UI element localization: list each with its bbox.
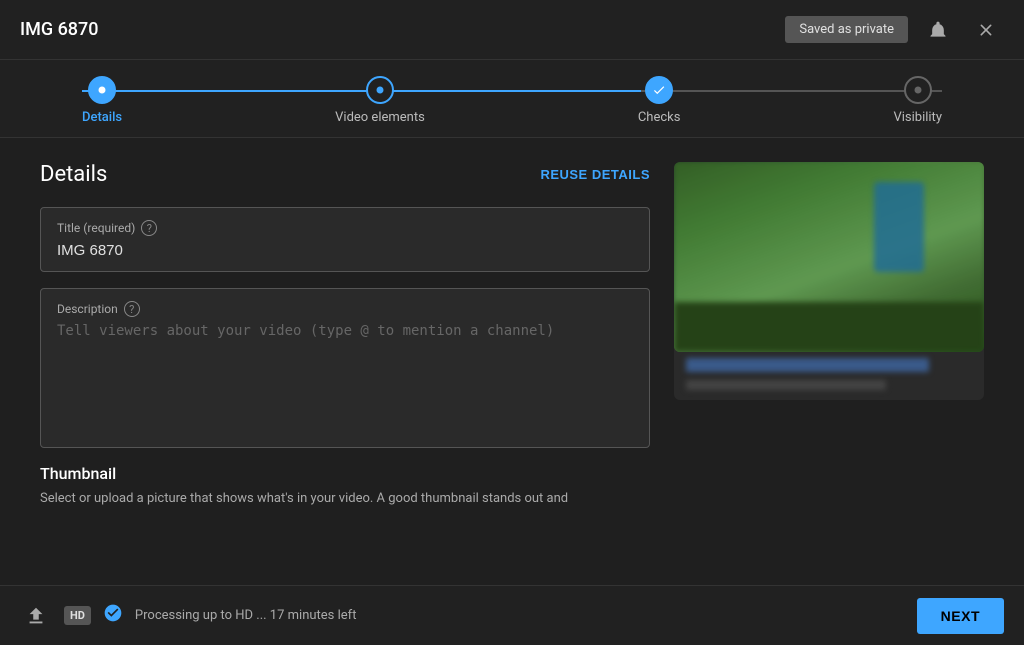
processing-text: Processing up to HD ... 17 minutes left <box>135 608 357 623</box>
section-header: Details REUSE DETAILS <box>40 162 650 187</box>
check-status-icon <box>103 603 123 628</box>
description-field-group: Description ? <box>40 288 650 448</box>
bell-icon <box>928 20 948 40</box>
title-help-icon[interactable]: ? <box>141 220 157 236</box>
page-title: IMG 6870 <box>20 19 99 40</box>
description-help-icon[interactable]: ? <box>124 301 140 317</box>
step-video-icon <box>373 83 387 97</box>
thumbnail-description: Select or upload a picture that shows wh… <box>40 489 650 509</box>
header-actions: Saved as private <box>785 12 1004 48</box>
steps-container: Details Video elements Checks <box>82 76 942 125</box>
circle-check-icon <box>103 603 123 623</box>
main-content: Details REUSE DETAILS Title (required) ?… <box>0 138 1024 591</box>
step-circle-video <box>366 76 394 104</box>
thumbnail-section: Thumbnail Select or upload a picture tha… <box>40 464 650 509</box>
description-label: Description ? <box>57 301 633 317</box>
video-thumbnail <box>674 162 984 352</box>
step-details-icon <box>95 83 109 97</box>
upload-icon <box>20 600 52 632</box>
step-label-video: Video elements <box>335 110 425 125</box>
footer-left: HD Processing up to HD ... 17 minutes le… <box>20 600 356 632</box>
thumbnail-title: Thumbnail <box>40 464 650 483</box>
video-link-blur <box>686 358 929 372</box>
step-circle-details <box>88 76 116 104</box>
saved-badge: Saved as private <box>785 16 908 43</box>
left-panel: Details REUSE DETAILS Title (required) ?… <box>40 162 650 567</box>
description-input-box[interactable]: Description ? <box>40 288 650 448</box>
title-field-group: Title (required) ? <box>40 207 650 272</box>
step-checks[interactable]: Checks <box>638 76 681 125</box>
step-circle-visibility <box>904 76 932 104</box>
step-video-elements[interactable]: Video elements <box>335 76 425 125</box>
steps-bar: Details Video elements Checks <box>0 60 1024 138</box>
step-label-visibility: Visibility <box>893 110 942 125</box>
description-textarea[interactable] <box>57 323 633 443</box>
section-title: Details <box>40 162 107 187</box>
step-label-details: Details <box>82 110 122 125</box>
footer: HD Processing up to HD ... 17 minutes le… <box>0 585 1024 645</box>
title-input-box[interactable]: Title (required) ? <box>40 207 650 272</box>
video-overlay <box>674 162 984 352</box>
video-meta-blur <box>686 380 886 390</box>
step-circle-checks <box>645 76 673 104</box>
next-button[interactable]: NEXT <box>917 598 1004 634</box>
step-visibility-icon <box>911 83 925 97</box>
checkmark-icon <box>652 83 666 97</box>
upload-arrow-icon <box>25 605 47 627</box>
step-details[interactable]: Details <box>82 76 122 125</box>
step-label-checks: Checks <box>638 110 681 125</box>
right-panel <box>674 162 984 567</box>
hd-badge: HD <box>64 606 91 625</box>
close-button[interactable] <box>968 12 1004 48</box>
video-info-box <box>674 348 984 400</box>
header: IMG 6870 Saved as private <box>0 0 1024 60</box>
close-icon <box>976 20 996 40</box>
step-visibility[interactable]: Visibility <box>893 76 942 125</box>
reuse-details-button[interactable]: REUSE DETAILS <box>540 167 650 182</box>
alert-button[interactable] <box>920 12 956 48</box>
video-preview <box>674 162 984 352</box>
title-input[interactable] <box>57 242 633 259</box>
title-label: Title (required) ? <box>57 220 633 236</box>
